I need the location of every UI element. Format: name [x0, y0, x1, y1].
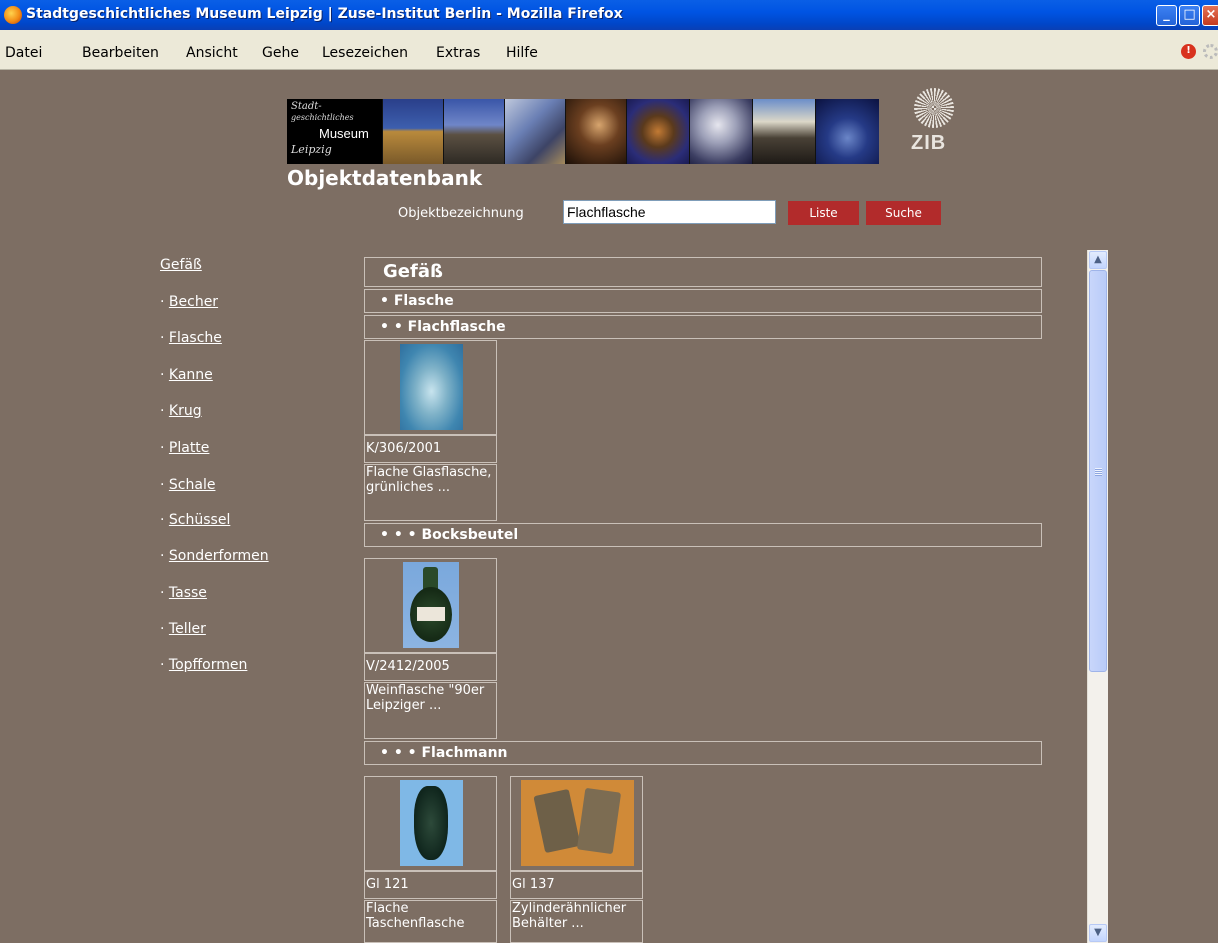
nav-item-kanne[interactable]: · Kanne — [160, 367, 213, 383]
throbber-icon — [1203, 44, 1218, 59]
category-header-flasche: • Flasche — [364, 289, 1042, 313]
menu-bar: Datei Bearbeiten Ansicht Gehe Lesezeiche… — [0, 30, 1218, 70]
window-title: Stadtgeschichtliches Museum Leipzig | Zu… — [26, 6, 623, 22]
object-photo-glasflasche[interactable] — [400, 344, 463, 430]
banner-photo-gebaeude — [753, 99, 815, 164]
banner-photo-rathaus — [383, 99, 443, 164]
search-input[interactable] — [563, 200, 776, 224]
banner-photo-portraet — [566, 99, 626, 164]
scrollbar-thumb[interactable] — [1089, 270, 1107, 672]
category-header-flachflasche: • • Flachflasche — [364, 315, 1042, 339]
banner-photo-voelkerschlachtdenkmal — [444, 99, 504, 164]
object-id[interactable]: Gl 137 — [510, 871, 643, 899]
scroll-down-icon[interactable]: ▼ — [1089, 924, 1107, 942]
search-label: Objektbezeichnung — [398, 206, 524, 221]
category-header-gefaess: Gefäß — [364, 257, 1042, 287]
menu-lesezeichen[interactable]: Lesezeichen — [322, 45, 408, 61]
close-icon[interactable]: × — [1202, 5, 1218, 26]
object-id[interactable]: Gl 121 — [364, 871, 497, 899]
object-id[interactable]: V/2412/2005 — [364, 653, 497, 681]
object-id[interactable]: K/306/2001 — [364, 435, 497, 463]
logo-geschichtliches-text: geschichtliches — [291, 113, 354, 122]
object-description: Flache Glasflasche, grünliches ... — [364, 464, 497, 521]
nav-item-flasche[interactable]: · Flasche — [160, 330, 222, 346]
category-header-bocksbeutel: • • • Bocksbeutel — [364, 523, 1042, 547]
menu-gehe[interactable]: Gehe — [262, 45, 299, 61]
logo-stadt-text: Stadt- — [291, 101, 322, 112]
liste-button[interactable]: Liste — [788, 201, 859, 225]
zib-logo-text: ZIB — [911, 132, 947, 154]
nav-item-topfformen[interactable]: · Topfformen — [160, 657, 247, 673]
maximize-icon[interactable]: □ — [1179, 5, 1200, 26]
nav-item-schale[interactable]: · Schale — [160, 477, 215, 493]
nav-item-teller[interactable]: · Teller — [160, 621, 206, 637]
museum-banner: Stadt- geschichtliches Museum Leipzig — [287, 99, 879, 164]
zib-logo: ZIB — [909, 88, 959, 160]
minimize-icon[interactable]: _ — [1156, 5, 1177, 26]
object-photo-weinflasche[interactable] — [403, 562, 459, 648]
object-image-cell[interactable] — [364, 340, 497, 435]
zib-sun-icon — [914, 88, 954, 128]
logo-leipzig-text: Leipzig — [291, 143, 332, 156]
banner-photo-figuren — [627, 99, 689, 164]
object-description: Flache Taschenflasche — [364, 900, 497, 943]
banner-photo-nachtansicht — [816, 99, 879, 164]
menu-extras[interactable]: Extras — [436, 45, 480, 61]
menu-ansicht[interactable]: Ansicht — [186, 45, 238, 61]
nav-item-tasse[interactable]: · Tasse — [160, 585, 207, 601]
object-description: Zylinderähnlicher Behälter ... — [510, 900, 643, 943]
object-image-cell[interactable] — [364, 558, 497, 653]
banner-photo-gemaelde — [690, 99, 752, 164]
menu-datei[interactable]: Datei — [5, 45, 42, 61]
object-image-cell[interactable] — [364, 776, 497, 871]
scrollbar-grip-icon — [1095, 468, 1102, 476]
nav-item-schuessel[interactable]: · Schüssel — [160, 512, 230, 528]
nav-item-becher[interactable]: · Becher — [160, 294, 218, 310]
nav-item-platte[interactable]: · Platte — [160, 440, 209, 456]
suche-button[interactable]: Suche — [866, 201, 941, 225]
firefox-icon — [4, 6, 22, 24]
stop-icon[interactable]: ! — [1181, 44, 1196, 59]
object-photo-zylinderbehaelter[interactable] — [521, 780, 634, 866]
object-image-cell[interactable] — [510, 776, 643, 871]
object-description: Weinflasche "90er Leipziger ... — [364, 682, 497, 739]
nav-item-sonderformen[interactable]: · Sonderformen — [160, 548, 269, 564]
category-header-flachmann: • • • Flachmann — [364, 741, 1042, 765]
vertical-scrollbar[interactable]: ▲ ▼ — [1087, 250, 1108, 943]
nav-heading-gefaess[interactable]: Gefäß — [160, 257, 202, 273]
window-titlebar[interactable]: Stadtgeschichtliches Museum Leipzig | Zu… — [0, 0, 1218, 30]
menu-hilfe[interactable]: Hilfe — [506, 45, 538, 61]
banner-photo-reiterstatue — [505, 99, 565, 164]
logo-museum-text: Museum — [319, 126, 369, 141]
museum-logo: Stadt- geschichtliches Museum Leipzig — [287, 99, 382, 164]
scroll-up-icon[interactable]: ▲ — [1089, 251, 1107, 269]
object-photo-taschenflasche[interactable] — [400, 780, 463, 866]
menu-bearbeiten[interactable]: Bearbeiten — [82, 45, 159, 61]
page-title: Objektdatenbank — [287, 166, 483, 190]
nav-item-krug[interactable]: · Krug — [160, 403, 202, 419]
